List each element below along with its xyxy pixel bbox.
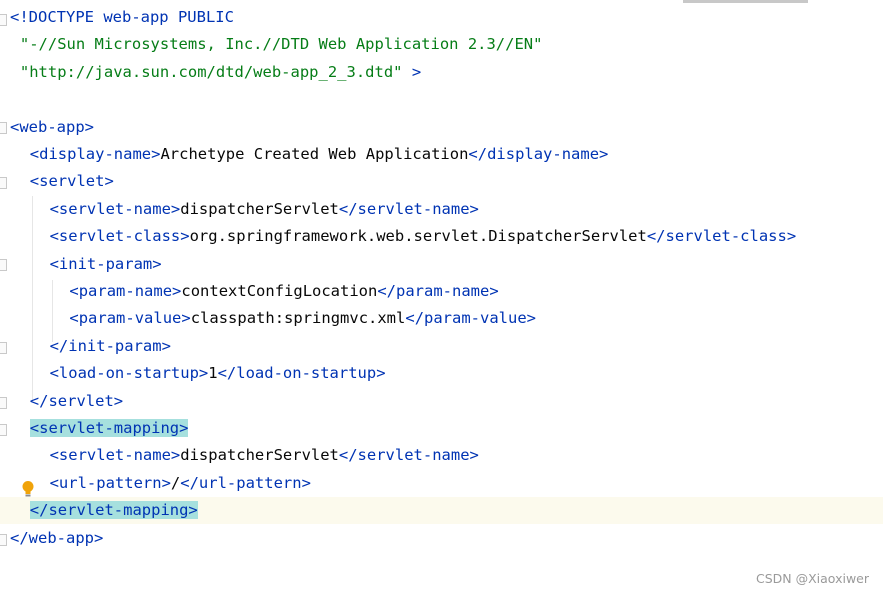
code-line[interactable]: <url-pattern>/</url-pattern> [0, 470, 311, 497]
xml-tag: <!DOCTYPE web-app PUBLIC [10, 8, 234, 26]
lightbulb-icon[interactable] [21, 480, 35, 498]
xml-tag: <servlet-name> [49, 199, 181, 218]
code-line[interactable]: <servlet> [0, 168, 114, 195]
code-line[interactable]: "http://java.sun.com/dtd/web-app_2_3.dtd… [0, 59, 421, 86]
code-line[interactable]: <servlet-name>dispatcherServlet</servlet… [0, 442, 479, 469]
code-line[interactable]: <init-param> [0, 251, 162, 278]
text-content: Archetype Created Web Application [160, 145, 469, 163]
text-content: dispatcherServlet [180, 199, 339, 218]
xml-tag: <load-on-startup> [49, 364, 209, 383]
code-line[interactable]: <web-app> [0, 114, 94, 141]
code-line[interactable]: <servlet-mapping> [0, 415, 189, 442]
code-line[interactable]: <load-on-startup>1</load-on-startup> [0, 360, 386, 387]
xml-tag: <url-pattern> [49, 473, 171, 492]
xml-tag: <param-value> [69, 309, 191, 328]
text-content: classpath:springmvc.xml [190, 309, 406, 328]
code-line[interactable]: <servlet-name>dispatcherServlet</servlet… [0, 196, 479, 223]
xml-tag: </display-name> [468, 145, 609, 163]
text-content: 1 [208, 364, 218, 383]
code-line[interactable]: </servlet-mapping> [0, 497, 883, 525]
code-line[interactable]: "-//Sun Microsystems, Inc.//DTD Web Appl… [0, 31, 543, 58]
xml-tag: <param-name> [69, 282, 182, 300]
xml-tag: </url-pattern> [180, 473, 311, 492]
code-line[interactable]: </web-app> [0, 525, 103, 552]
xml-tag: </init-param> [49, 336, 171, 355]
xml-tag: <servlet> [29, 172, 114, 191]
xml-tag: > [402, 62, 422, 81]
text-content: / [170, 473, 181, 492]
code-editor[interactable]: <!DOCTYPE web-app PUBLIC "-//Sun Microsys… [0, 0, 883, 594]
xml-tag: </servlet-name> [338, 199, 479, 218]
xml-tag: </load-on-startup> [217, 364, 386, 383]
code-line[interactable]: <param-name>contextConfigLocation</param… [0, 278, 499, 305]
text-content: contextConfigLocation [181, 282, 378, 300]
code-line[interactable]: <!DOCTYPE web-app PUBLIC [0, 4, 234, 31]
xml-tag: <init-param> [49, 254, 162, 273]
xml-tag: </servlet-name> [338, 446, 479, 465]
xml-tag: <servlet-class> [49, 227, 190, 246]
text-content: org.springframework.web.servlet.Dispatch… [189, 227, 647, 246]
xml-tag: </servlet-class> [646, 227, 797, 246]
xml-tag: <servlet-name> [49, 446, 181, 465]
code-line[interactable]: </init-param> [0, 333, 171, 360]
xml-tag: </param-value> [405, 309, 537, 328]
string-literal: "-//Sun Microsystems, Inc.//DTD Web Appl… [19, 35, 543, 54]
string-literal: "http://java.sun.com/dtd/web-app_2_3.dtd… [19, 62, 403, 81]
xml-tag: </servlet-mapping> [29, 501, 198, 520]
watermark: CSDN @Xiaoxiwer [756, 571, 869, 586]
code-line[interactable]: </servlet> [0, 388, 123, 415]
xml-tag: </web-app> [10, 528, 104, 547]
xml-tag: <display-name> [29, 145, 161, 163]
code-line[interactable]: <display-name>Archetype Created Web Appl… [0, 141, 609, 168]
code-line[interactable]: <servlet-class>org.springframework.web.s… [0, 223, 797, 250]
xml-tag: </servlet> [29, 391, 124, 410]
xml-tag: <servlet-mapping> [29, 419, 189, 437]
horizontal-scrollbar-thumb[interactable] [683, 0, 808, 3]
text-content: dispatcherServlet [180, 446, 339, 465]
xml-tag: <web-app> [10, 117, 94, 136]
xml-tag: </param-name> [377, 282, 499, 300]
code-line[interactable] [0, 86, 10, 113]
code-line[interactable]: <param-value>classpath:springmvc.xml</pa… [0, 305, 536, 332]
